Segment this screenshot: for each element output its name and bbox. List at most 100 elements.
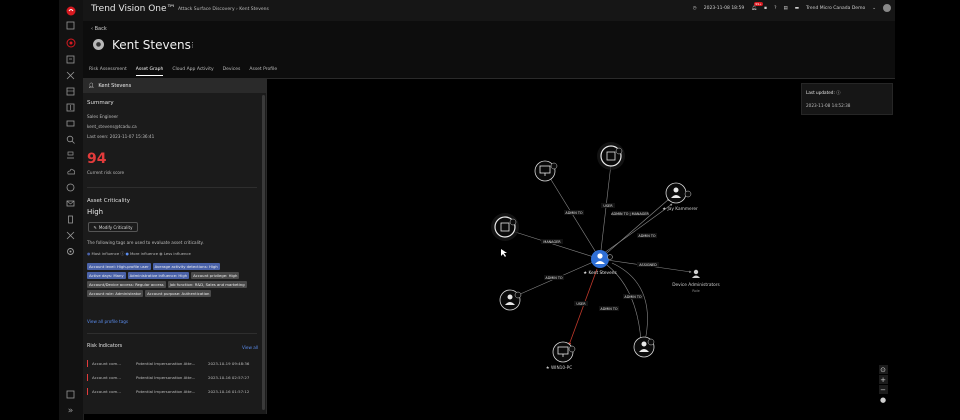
- ai-assistant-icon[interactable]: [63, 118, 78, 129]
- page-header: ‹ Back ● Kent Stevens ⋮ Risk Assessment …: [83, 21, 895, 79]
- tab-asset-graph[interactable]: Asset Graph: [135, 67, 164, 76]
- node-user-2[interactable]: [499, 289, 522, 311]
- divider: [87, 187, 257, 188]
- user-avatar[interactable]: [883, 4, 891, 12]
- dashboard-icon[interactable]: [63, 20, 78, 31]
- chat-icon[interactable]: ▪: [764, 6, 767, 11]
- email-icon[interactable]: [63, 198, 78, 209]
- indicator-name: Account com...: [92, 374, 121, 380]
- tab-asset-profile[interactable]: Asset Profile: [249, 67, 277, 76]
- node-device-administrators[interactable]: Device Administrators Role: [672, 269, 721, 293]
- edge-label: MANAGER: [543, 240, 561, 244]
- help-icon[interactable]: [63, 389, 78, 400]
- zoom-out-button[interactable]: −: [878, 385, 888, 394]
- zero-trust-icon[interactable]: [63, 230, 78, 241]
- chevron-down-icon[interactable]: ⌄: [872, 6, 876, 11]
- tag-device-access: Account/Device access: Regular access: [87, 281, 166, 288]
- risk-score-label: Current risk score: [87, 170, 125, 175]
- tab-devices[interactable]: Devices: [223, 67, 241, 76]
- edge-label: ASSIGNED: [639, 263, 657, 267]
- indicator-desc: Potential Impersonation Atte...: [136, 388, 196, 394]
- settings-icon[interactable]: [63, 246, 78, 257]
- node-user-jay[interactable]: ★ Jay Kammerer: [662, 182, 698, 212]
- help-circle-icon[interactable]: ?: [774, 6, 776, 11]
- edge-label: USER: [576, 302, 586, 306]
- info-icon[interactable]: ●: [879, 395, 888, 404]
- fit-view-icon[interactable]: ⊙: [878, 365, 888, 374]
- report-icon[interactable]: [63, 54, 78, 65]
- tag-job-function: Job function: R&D, Sales and marketing: [167, 281, 247, 288]
- user-avatar-icon: ●: [93, 39, 104, 50]
- expand-rail-icon[interactable]: »: [63, 405, 78, 416]
- zoom-controls: ⊙ + − ●: [878, 365, 888, 404]
- risk-score: 94: [87, 151, 107, 167]
- docs-icon[interactable]: ▤: [783, 6, 787, 11]
- network-icon[interactable]: [63, 150, 78, 161]
- indicator-desc: Potential Impersonation Atte...: [136, 374, 196, 380]
- last-seen: Last seen: 2023-11-07 15:36:41: [87, 134, 155, 139]
- user-email: kent_stevens@tcadu.ca: [87, 124, 137, 129]
- edge-label: ADMIN TO | MANAGER: [611, 212, 649, 216]
- indicator-time: 2023-10-16 02:57:27: [208, 374, 250, 380]
- node-device-1[interactable]: [534, 160, 558, 182]
- edge-risk: [568, 268, 598, 346]
- node-server-1[interactable]: [597, 142, 625, 170]
- legend-most: Most influence: [91, 251, 120, 256]
- node-server-2[interactable]: [491, 213, 519, 241]
- indicator-time: 2023-10-16 01:57:12: [208, 388, 250, 394]
- influence-legend: ● Most influence ⓘ ● More influence ● Le…: [87, 251, 191, 256]
- panel-title: Kent Stevens: [98, 83, 132, 89]
- account-selector[interactable]: Trend Micro Canada Demo: [806, 6, 865, 11]
- risk-indicator-row[interactable]: Account com... Potential Impersonation At…: [87, 358, 257, 368]
- tab-cloud-app-activity[interactable]: Cloud App Activity: [172, 67, 213, 76]
- risk-indicators-heading: Risk Indicators: [87, 344, 123, 349]
- view-all-tags-link[interactable]: View all profile tags: [87, 319, 128, 324]
- svg-text:★ Kent Stevens: ★ Kent Stevens: [583, 270, 617, 276]
- left-black-margin: [0, 0, 11, 420]
- breadcrumb[interactable]: Attack Surface Discovery › Kent Stevens: [178, 7, 269, 12]
- mobile-icon[interactable]: [63, 214, 78, 225]
- risk-indicator-row[interactable]: Account com... Potential Impersonation At…: [87, 372, 257, 382]
- svg-text:★ WIN10-PC: ★ WIN10-PC: [546, 365, 573, 371]
- edge-label: ADMIN TO: [565, 211, 583, 215]
- legend-more: More influence: [130, 251, 159, 256]
- panel-scrollbar[interactable]: [262, 95, 265, 410]
- workbench-icon[interactable]: [63, 86, 78, 97]
- tab-risk-assessment[interactable]: Risk Assessment: [89, 67, 127, 76]
- zoom-in-button[interactable]: +: [878, 375, 888, 384]
- risk-indicator-row[interactable]: Account com... Potential Impersonation At…: [87, 386, 257, 396]
- threat-intel-icon[interactable]: [63, 102, 78, 113]
- indicator-time: 2023-10-19 09:48:36: [208, 360, 250, 366]
- search-icon[interactable]: [63, 134, 78, 145]
- edge-label: ADMIN TO: [545, 276, 563, 280]
- top-bar: Trend Vision One™ Attack Surface Discove…: [83, 0, 895, 22]
- trend-logo-icon[interactable]: [63, 5, 78, 16]
- graph-svg: ADMIN TO USER ADMIN TO | MANAGER ADMIN T…: [491, 142, 721, 371]
- modify-criticality-label: Modify Criticality: [98, 224, 133, 230]
- attack-surface-icon[interactable]: [63, 37, 78, 48]
- xdr-icon[interactable]: [63, 70, 78, 81]
- side-navigation: »: [59, 0, 84, 420]
- cloud-icon[interactable]: [63, 166, 78, 177]
- info-icon[interactable]: ⓘ: [120, 251, 124, 256]
- divider: [87, 333, 257, 334]
- view-all-link[interactable]: View all: [242, 345, 258, 350]
- back-label: Back: [94, 26, 107, 32]
- summary-heading: Summary: [87, 100, 114, 106]
- asset-graph-canvas[interactable]: Last updated: ⓘ 2023-11-08 14:52:38 ADMI…: [267, 79, 895, 414]
- modify-criticality-button[interactable]: ✎ Modify Criticality: [88, 222, 138, 232]
- clock-icon: ◷: [692, 5, 697, 11]
- tag-active-days: Active days: Many: [87, 272, 126, 279]
- node-sublabel-role: Role: [692, 289, 700, 293]
- more-options-icon[interactable]: ⋮: [189, 41, 196, 49]
- shield-icon[interactable]: [63, 182, 78, 193]
- criticality-tags: Account level: High-profile user Average…: [87, 263, 259, 297]
- indicator-name: Account com...: [92, 360, 121, 366]
- node-device-win10[interactable]: ★ WIN10-PC: [546, 341, 576, 371]
- tag-admin-influence: Administrative influence: High: [127, 272, 190, 279]
- node-user-3[interactable]: [633, 336, 655, 358]
- edge: [511, 230, 601, 260]
- notification-bell-icon[interactable]: 🔔︎ 99+: [751, 1, 763, 11]
- back-link[interactable]: ‹ Back: [91, 26, 107, 32]
- mouse-cursor-icon: [501, 249, 507, 257]
